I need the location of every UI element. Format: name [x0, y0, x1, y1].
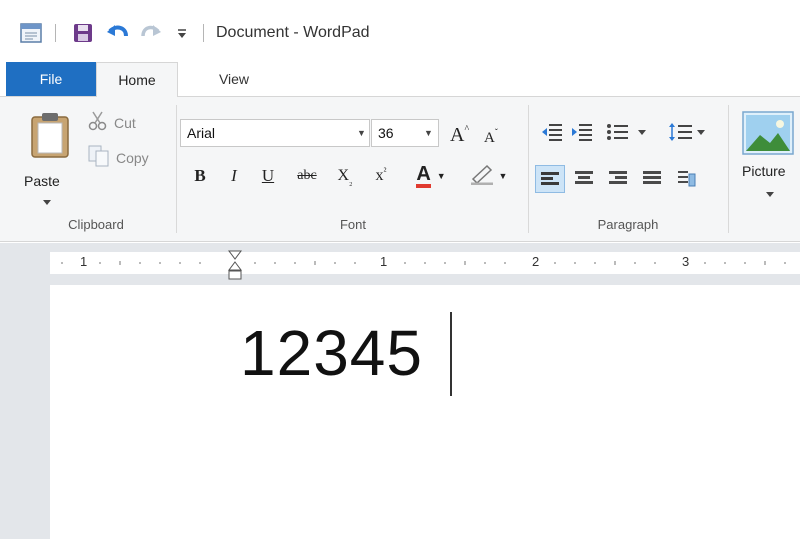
scissors-icon [88, 111, 108, 134]
document-page[interactable] [50, 285, 800, 539]
group-separator [728, 105, 729, 233]
caret-up-icon: ^ [464, 124, 470, 135]
subscript-label: X [337, 167, 350, 184]
insert-picture-button[interactable]: Picture [736, 107, 800, 207]
text-caret [450, 312, 452, 396]
customize-icon[interactable] [172, 20, 192, 46]
align-left-icon [541, 172, 559, 185]
copy-button[interactable]: Copy [88, 145, 149, 170]
save-icon[interactable] [70, 20, 96, 46]
font-size-value: 36 [378, 125, 394, 141]
line-spacing-button[interactable] [668, 121, 708, 143]
chevron-down-icon: ▼ [357, 128, 366, 138]
bold-button[interactable]: B [188, 163, 212, 189]
clipboard-icon [30, 111, 70, 164]
decrease-indent-button[interactable] [540, 121, 564, 143]
picture-label: Picture [742, 163, 786, 179]
align-left-button[interactable] [535, 165, 565, 193]
document-text[interactable]: 12345 [240, 313, 423, 393]
group-label-paragraph: Paragraph [597, 217, 659, 232]
redo-icon[interactable] [138, 20, 164, 46]
font-family-select[interactable]: Arial ▼ [180, 119, 370, 147]
subscript-button[interactable]: X₂ [330, 163, 360, 189]
ruler-number: 1 [80, 254, 88, 269]
superscript-label: x [375, 167, 384, 184]
paste-button[interactable]: Paste [16, 105, 74, 205]
highlighter-icon [469, 163, 495, 190]
align-center-button[interactable] [572, 167, 596, 189]
grow-font-label: A [450, 124, 465, 146]
picture-icon [742, 111, 794, 160]
paragraph-settings-icon [678, 171, 696, 187]
ribbon-tabs: File Home View [0, 62, 800, 97]
chevron-down-icon[interactable] [43, 193, 51, 211]
chevron-down-icon: ▼ [436, 171, 446, 181]
title-bar: Document - WordPad [0, 0, 800, 62]
align-right-button[interactable] [606, 167, 630, 189]
cut-button[interactable]: Cut [88, 111, 136, 134]
indent-marker-icon[interactable] [228, 250, 242, 289]
ruler-number: 3 [682, 254, 690, 269]
font-color-label: A [416, 164, 431, 188]
chevron-down-icon [766, 185, 774, 203]
chevron-down-icon: ▼ [498, 171, 508, 181]
group-separator [528, 105, 529, 233]
copy-icon [88, 145, 110, 170]
font-color-button[interactable]: A ▼ [406, 163, 456, 189]
tab-view[interactable]: View [196, 62, 272, 96]
decrease-indent-icon [542, 124, 562, 141]
shrink-font-label: A [484, 130, 495, 146]
ruler-number: 1 [380, 254, 388, 269]
superscript-marker-icon: ² [383, 165, 387, 177]
align-right-icon [609, 171, 627, 184]
paragraph-dialog-button[interactable] [674, 167, 698, 189]
increase-indent-icon [572, 124, 592, 141]
strikethrough-button[interactable]: abc [290, 163, 324, 189]
group-label-clipboard: Clipboard [68, 217, 124, 232]
undo-icon[interactable] [104, 20, 132, 46]
ruler-number: 2 [532, 254, 540, 269]
separator [55, 24, 56, 42]
chevron-down-icon: ▼ [424, 128, 433, 138]
separator [203, 24, 204, 42]
cut-label: Cut [114, 114, 136, 131]
ribbon: Paste Cut Copy Clipboard Arial ▼ 36 ▼ A … [0, 96, 800, 242]
font-family-value: Arial [187, 125, 216, 141]
copy-label: Copy [116, 149, 149, 166]
superscript-button[interactable]: x² [366, 163, 396, 189]
shrink-font-button[interactable]: A ˇ [484, 123, 498, 147]
ruler[interactable]: 1 1 2 3 [50, 250, 800, 280]
group-separator [176, 105, 177, 233]
window-title: Document - WordPad [216, 24, 370, 41]
tab-file[interactable]: File [6, 62, 96, 96]
subscript-marker-icon: ₂ [349, 175, 353, 187]
italic-button[interactable]: I [222, 163, 246, 189]
tab-home[interactable]: Home [96, 62, 178, 97]
font-size-select[interactable]: 36 ▼ [371, 119, 439, 147]
bullet-list-icon [607, 124, 646, 140]
bullets-button[interactable] [606, 121, 650, 143]
group-label-font: Font [339, 217, 366, 232]
app-icon[interactable] [18, 20, 44, 46]
grow-font-button[interactable]: A ^ [450, 121, 469, 147]
line-spacing-icon [669, 123, 705, 141]
justify-button[interactable] [640, 167, 664, 189]
justify-icon [643, 171, 661, 184]
underline-button[interactable]: U [256, 163, 280, 189]
paste-label: Paste [24, 173, 60, 189]
caret-down-icon: ˇ [494, 127, 498, 137]
increase-indent-button[interactable] [570, 121, 594, 143]
align-center-icon [575, 171, 593, 184]
highlight-color-button[interactable]: ▼ [460, 163, 516, 189]
